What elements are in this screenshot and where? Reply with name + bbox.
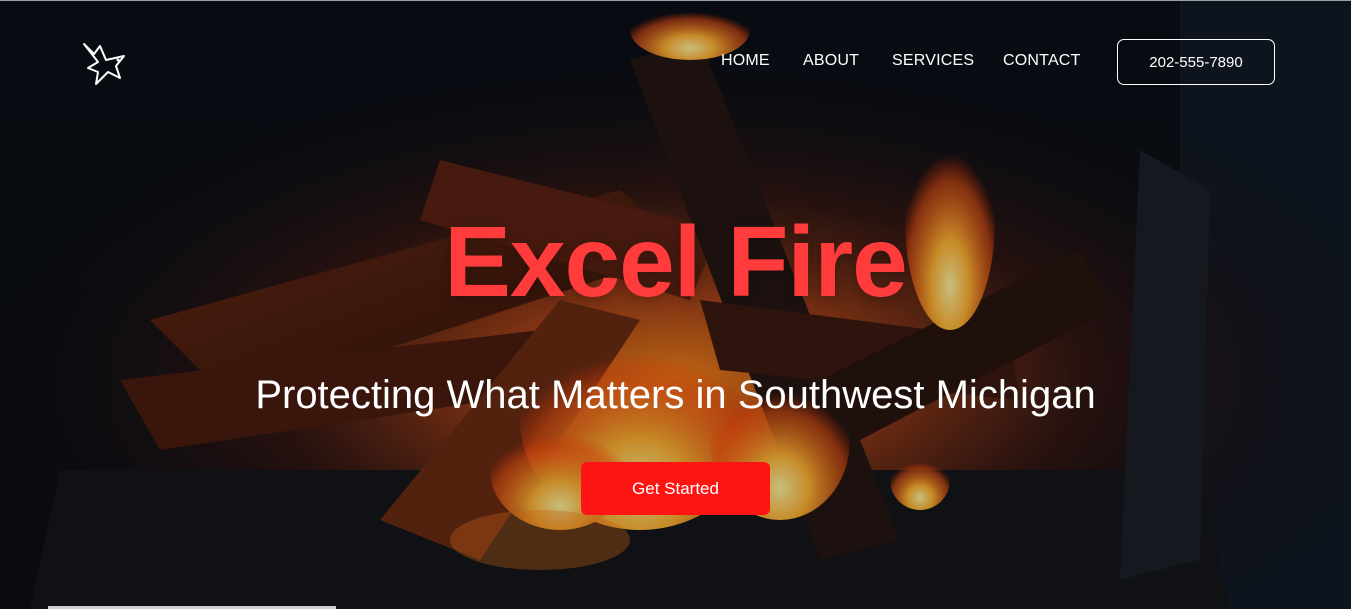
nav-about[interactable]: ABOUT — [803, 52, 859, 70]
phone-button[interactable]: 202-555-7890 — [1117, 39, 1275, 85]
nav-contact[interactable]: CONTACT — [1003, 52, 1081, 70]
nav-home[interactable]: HOME — [721, 52, 770, 70]
nav-services[interactable]: SERVICES — [892, 52, 974, 70]
get-started-button[interactable]: Get Started — [581, 462, 770, 515]
hero-title: Excel Fire — [444, 206, 908, 318]
hero-subtitle: Protecting What Matters in Southwest Mic… — [255, 373, 1096, 417]
hero-section: HOME ABOUT SERVICES CONTACT 202-555-7890… — [0, 0, 1351, 609]
